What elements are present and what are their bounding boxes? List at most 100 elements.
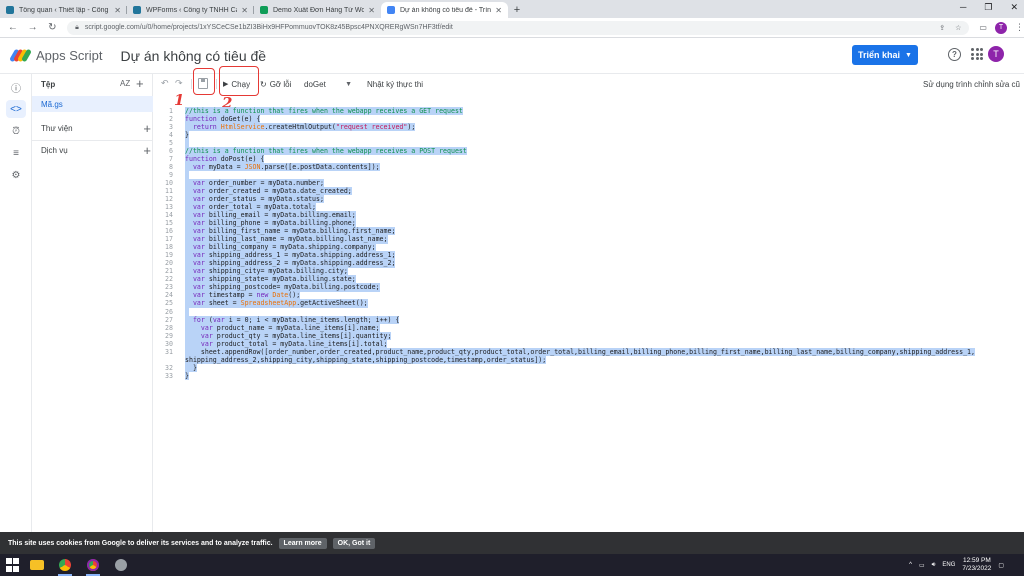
libraries-section[interactable]: Thư viện +	[41, 121, 151, 136]
code-line: for (var i = 0; i < myData.line_items.le…	[185, 315, 400, 324]
line-number: 8	[169, 163, 173, 172]
line-number: 18	[165, 243, 173, 252]
code-line: var product_name = myData.line_items[i].…	[185, 323, 380, 332]
code-line: var order_total = myData.total;	[185, 203, 317, 212]
libraries-label: Thư viện	[41, 123, 73, 133]
code-line: var timestamp = new Date();	[185, 291, 301, 300]
services-label: Dịch vụ	[41, 145, 68, 155]
line-number: 7	[169, 155, 173, 164]
profile-avatar[interactable]: T	[994, 21, 1007, 34]
line-number: 3	[169, 123, 173, 132]
notification-icon[interactable]: ▢	[998, 562, 1004, 569]
add-service-icon[interactable]: +	[143, 143, 151, 158]
line-number: 24	[165, 291, 173, 300]
code-editor[interactable]: 1 //this is a function that fires when th…	[153, 104, 1024, 532]
minimize-icon[interactable]: ─	[960, 2, 966, 13]
close-window-icon[interactable]: ✕	[1010, 2, 1018, 13]
browser-tab-1[interactable]: Tổng quan ‹ Thiết lập - Công ty ✕	[0, 2, 127, 18]
clock[interactable]: 12:59 PM 7/23/2022	[962, 557, 991, 573]
back-icon[interactable]: ←	[6, 22, 20, 33]
browser-tab-4[interactable]: Dự án không có tiêu đề - Trình c ✕	[381, 2, 508, 18]
maximize-icon[interactable]: ❐	[984, 2, 992, 13]
chevron-up-icon[interactable]: ^	[909, 562, 912, 568]
help-icon[interactable]: ?	[948, 48, 961, 61]
code-line: var billing_first_name = myData.billing.…	[185, 227, 396, 236]
lock-icon[interactable]: 🔒︎	[75, 24, 79, 32]
line-number	[153, 356, 173, 364]
code-line: var shipping_postcode= myData.billing.po…	[185, 283, 380, 292]
tab-title: Dự án không có tiêu đề - Trình c	[400, 6, 492, 14]
windows-taskbar: ^ ▭ 🔊︎ ENG 12:59 PM 7/23/2022 ▢	[0, 554, 1024, 576]
line-number: 9	[169, 171, 173, 180]
chrome-icon[interactable]	[54, 554, 76, 576]
editor-toolbar: ↶ ↷ ▶ Chạy ↻ Gỡ lỗi doGet ▼ Nhật ký thực…	[153, 74, 1024, 94]
code-editor-icon[interactable]: <>	[6, 100, 26, 118]
new-tab-button[interactable]: +	[508, 2, 526, 18]
reload-icon[interactable]: ↻	[45, 22, 59, 33]
close-icon[interactable]: ✕	[495, 6, 502, 15]
line-number: 1	[169, 107, 173, 115]
line-number: 2	[169, 115, 173, 124]
learn-more-button[interactable]: Learn more	[278, 537, 327, 549]
chrome-profile-icon[interactable]	[82, 554, 104, 576]
line-number: 22	[165, 275, 173, 284]
code-line: }	[185, 131, 189, 140]
code-line: var shipping_city= myData.billing.city;	[185, 267, 348, 276]
extension-icon[interactable]: ▭	[979, 23, 987, 32]
project-title[interactable]: Dự án không có tiêu đề	[120, 48, 266, 64]
code-line: var order_status = myData.status;	[185, 195, 324, 204]
undo-icon[interactable]: ↶	[161, 78, 169, 89]
star-icon[interactable]: ☆	[955, 24, 961, 32]
execution-log-button[interactable]: Nhật ký thực thi	[367, 77, 423, 91]
legacy-editor-link[interactable]: Sử dụng trình chỉnh sửa cũ	[923, 77, 1020, 91]
close-icon[interactable]: ✕	[368, 6, 375, 15]
code-line: function doPost(e) {	[185, 155, 265, 164]
address-bar[interactable]: 🔒︎ script.google.com/u/0/home/projects/1…	[67, 20, 970, 35]
function-select[interactable]: doGet ▼	[304, 77, 352, 91]
tab-title: Tổng quan ‹ Thiết lập - Công ty	[19, 6, 111, 14]
info-icon[interactable]: ⓘ	[6, 78, 26, 96]
browser-tab-3[interactable]: Demo Xuất Đơn Hàng Từ Wooco ✕	[254, 2, 381, 18]
close-icon[interactable]: ✕	[241, 6, 248, 15]
date: 7/23/2022	[962, 565, 992, 572]
executions-icon[interactable]: ≡	[6, 144, 26, 162]
code-line: }	[185, 363, 197, 372]
windows-start-icon[interactable]	[6, 558, 20, 572]
line-number: 12	[165, 195, 173, 204]
add-file-icon[interactable]: +	[136, 77, 144, 90]
app-icon[interactable]	[110, 554, 132, 576]
speaker-icon[interactable]: 🔊︎	[932, 562, 936, 569]
browser-toolbar: ← → ↻ 🔒︎ script.google.com/u/0/home/proj…	[0, 18, 1024, 38]
file-item-code-gs[interactable]: Mã.gs	[32, 96, 153, 112]
settings-gear-icon[interactable]: ⚙	[6, 166, 26, 184]
apps-script-icon	[387, 6, 395, 14]
ok-got-it-button[interactable]: OK, Got it	[332, 537, 376, 549]
user-avatar[interactable]: T	[988, 46, 1004, 62]
network-icon[interactable]: ▭	[919, 562, 925, 569]
deploy-button[interactable]: Triển khai ▼	[852, 45, 918, 65]
wordpress-icon	[6, 6, 14, 14]
triggers-clock-icon[interactable]: ⏰︎	[6, 122, 26, 140]
tab-title: WPForms ‹ Công ty TNHH Cát Tí	[146, 6, 237, 14]
browser-tab-2[interactable]: WPForms ‹ Công ty TNHH Cát Tí ✕	[127, 2, 254, 18]
files-header: Tệp	[41, 80, 56, 89]
apps-grid-icon[interactable]	[971, 48, 983, 60]
code-line: function doGet(e) {	[185, 115, 261, 124]
redo-icon[interactable]: ↷	[175, 78, 183, 89]
code-line: var order_created = myData.date_created;	[185, 187, 352, 196]
url-text: script.google.com/u/0/home/projects/1xYS…	[84, 24, 453, 31]
close-icon[interactable]: ✕	[114, 6, 121, 15]
forward-icon[interactable]: →	[26, 22, 40, 33]
line-number: 28	[165, 323, 173, 332]
add-library-icon[interactable]: +	[143, 121, 151, 136]
sort-az-icon[interactable]: AZ	[120, 79, 130, 88]
share-icon[interactable]: ⇪	[939, 24, 945, 32]
services-section[interactable]: Dịch vụ +	[41, 143, 151, 158]
line-number: 6	[169, 147, 173, 156]
menu-icon[interactable]: ⋮	[1015, 22, 1024, 33]
code-line: //this is a function that fires when the…	[185, 147, 467, 156]
file-explorer-icon[interactable]	[26, 554, 48, 576]
debug-button[interactable]: ↻ Gỡ lỗi	[260, 77, 291, 91]
language-indicator[interactable]: ENG	[942, 562, 955, 568]
code-line: return HtmlService.createHtmlOutput("req…	[185, 123, 416, 132]
